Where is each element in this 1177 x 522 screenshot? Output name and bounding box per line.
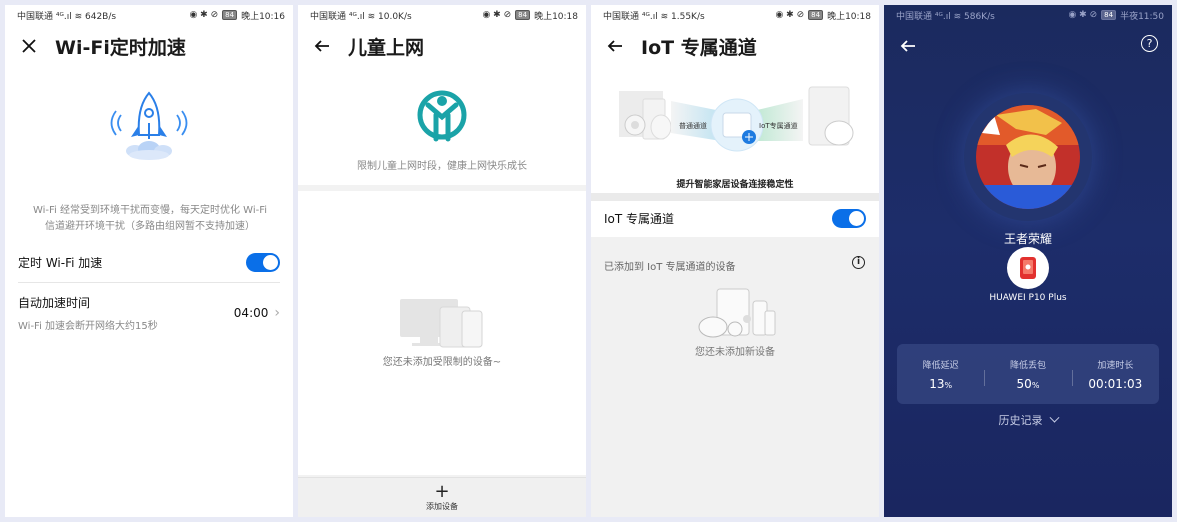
stat-packet-loss: 降低丢包 50% <box>984 358 1071 391</box>
status-time: 晚上10:18 <box>534 11 578 22</box>
chevron-down-icon <box>1049 412 1059 423</box>
status-bar: 中国联通 ⁴ᴳ.ıl ≋ 642B/s ◉ ✱ ⊘ 84 晚上10:16 <box>5 5 293 25</box>
auto-time-value-wrap: 04:00 › <box>234 305 280 321</box>
title-bar <box>884 25 1172 67</box>
wifi-boost-toggle-row[interactable]: 定时 Wi-Fi 加速 <box>18 253 280 272</box>
status-right: ◉ ✱ ⊘ 84 晚上10:18 <box>775 9 871 22</box>
battery-icon: 84 <box>808 10 824 20</box>
status-carrier: 中国联通 ⁴ᴳ.ıl ≋ 642B/s <box>17 11 117 22</box>
devices-illustration <box>398 297 486 349</box>
status-right: ◉ ✱ ⊘ 84 晚上10:16 <box>189 9 285 22</box>
stat-label: 降低延迟 <box>922 360 959 371</box>
auto-time-sub: Wi-Fi 加速会断开网络大约15秒 <box>18 321 158 332</box>
iot-caption: 提升智能家居设备连接稳定性 <box>676 180 794 190</box>
auto-time-text: 自动加速时间 Wi-Fi 加速会断开网络大约15秒 <box>18 294 158 332</box>
status-bar: 中国联通 ⁴ᴳ.ıl ≋ 10.0K/s ◉ ✱ ⊘ 84 晚上10:18 <box>298 5 586 25</box>
auto-time-row[interactable]: 自动加速时间 Wi-Fi 加速会断开网络大约15秒 04:00 › <box>18 294 280 332</box>
stat-value: 00:01:03 <box>1088 376 1143 391</box>
iot-channel-label: IoT专属通道 <box>759 122 798 130</box>
back-arrow-icon[interactable] <box>898 36 918 56</box>
status-carrier: 中国联通 ⁴ᴳ.ıl ≋ 10.0K/s <box>310 11 412 22</box>
history-label: 历史记录 <box>998 414 1043 427</box>
stat-label: 加速时长 <box>1097 360 1134 371</box>
add-device-label: 添加设备 <box>426 502 458 511</box>
title-bar: IoT 专属通道 <box>591 25 879 67</box>
page-title: 儿童上网 <box>348 36 425 59</box>
info-icon[interactable]: i <box>852 256 865 269</box>
status-time: 晚上10:16 <box>241 11 285 22</box>
status-carrier: 中国联通 ⁴ᴳ.ıl ≋ 586K/s <box>896 11 995 22</box>
device-name: HUAWEI P10 Plus <box>989 293 1067 303</box>
iot-illustration: 普通通道 IoT专属通道 <box>591 67 879 182</box>
child-internet-screen: 中国联通 ⁴ᴳ.ıl ≋ 10.0K/s ◉ ✱ ⊘ 84 晚上10:18 儿童… <box>298 5 586 517</box>
stat-value: 50% <box>1016 376 1040 391</box>
chevron-right-icon: › <box>274 305 280 321</box>
status-right: ◉ ✱ ⊘ 84 晚上10:18 <box>482 9 578 22</box>
battery-icon: 84 <box>222 10 238 20</box>
back-arrow-icon[interactable] <box>605 36 625 56</box>
wifi-boost-toggle[interactable] <box>246 253 280 272</box>
iot-toggle-label: IoT 专属通道 <box>604 212 675 226</box>
iot-channel-screen: 中国联通 ⁴ᴳ.ıl ≋ 1.55K/s ◉ ✱ ⊘ 84 晚上10:18 Io… <box>591 5 879 517</box>
added-devices-label: 已添加到 IoT 专属通道的设备 <box>604 262 736 273</box>
close-icon[interactable] <box>19 36 39 56</box>
status-icons: ◉ ✱ ⊘ <box>482 10 512 20</box>
game-avatar-ring <box>964 93 1092 221</box>
iot-toggle-row[interactable]: IoT 专属通道 <box>604 209 866 228</box>
child-icon <box>416 87 468 147</box>
iot-device-area <box>591 237 879 517</box>
page-title: IoT 专属通道 <box>641 36 757 59</box>
game-icon <box>976 105 1080 209</box>
game-boost-screen: 中国联通 ⁴ᴳ.ıl ≋ 586K/s ◉ ✱ ⊘ 84 半夜11:50 ? 王… <box>884 5 1172 517</box>
normal-channel-label: 普通通道 <box>679 122 707 130</box>
boost-stats-panel: 降低延迟 13% 降低丢包 50% 加速时长 00:01:03 <box>897 344 1159 404</box>
status-icons: ◉ ✱ ⊘ <box>1068 10 1098 20</box>
feature-description: Wi-Fi 经常受到环境干扰而变慢，每天定时优化 Wi-Fi 信道避开环境干扰（… <box>32 205 268 232</box>
section-separator <box>591 193 879 201</box>
stat-value: 13% <box>929 376 953 391</box>
wifi-boost-toggle-label: 定时 Wi-Fi 加速 <box>18 256 103 270</box>
rocket-icon <box>5 87 293 177</box>
help-icon[interactable]: ? <box>1141 35 1158 52</box>
page-title: Wi-Fi定时加速 <box>55 36 186 59</box>
iot-toggle[interactable] <box>832 209 866 228</box>
status-bar: 中国联通 ⁴ᴳ.ıl ≋ 586K/s ◉ ✱ ⊘ 84 半夜11:50 <box>884 5 1172 25</box>
stat-duration: 加速时长 00:01:03 <box>1071 358 1159 391</box>
history-toggle[interactable]: 历史记录 <box>884 412 1172 428</box>
status-right: ◉ ✱ ⊘ 84 半夜11:50 <box>1068 9 1164 22</box>
status-carrier: 中国联通 ⁴ᴳ.ıl ≋ 1.55K/s <box>603 11 705 22</box>
feature-description: 限制儿童上网时段，健康上网快乐成长 <box>357 161 527 172</box>
title-bar: Wi-Fi定时加速 <box>5 25 293 67</box>
smart-devices-illustration <box>693 285 779 339</box>
status-icons: ◉ ✱ ⊘ <box>775 10 805 20</box>
empty-state-text: 您还未添加新设备 <box>695 347 775 358</box>
status-icons: ◉ ✱ ⊘ <box>189 10 219 20</box>
plus-icon: + <box>434 481 450 502</box>
game-name: 王者荣耀 <box>1003 232 1052 246</box>
title-bar: 儿童上网 <box>298 25 586 67</box>
auto-time-value: 04:00 <box>233 306 269 320</box>
auto-time-label: 自动加速时间 <box>18 296 91 310</box>
battery-icon: 84 <box>515 10 531 20</box>
empty-state-text: 您还未添加受限制的设备~ <box>382 357 502 368</box>
status-time: 半夜11:50 <box>1120 11 1164 22</box>
stat-label: 降低丢包 <box>1009 360 1046 371</box>
phone-device-icon <box>1007 247 1049 289</box>
status-bar: 中国联通 ⁴ᴳ.ıl ≋ 1.55K/s ◉ ✱ ⊘ 84 晚上10:18 <box>591 5 879 25</box>
back-arrow-icon[interactable] <box>312 36 332 56</box>
wifi-boost-screen: 中国联通 ⁴ᴳ.ıl ≋ 642B/s ◉ ✱ ⊘ 84 晚上10:16 Wi-… <box>5 5 293 517</box>
status-time: 晚上10:18 <box>827 11 871 22</box>
add-device-button[interactable]: + 添加设备 <box>298 477 586 517</box>
stat-latency: 降低延迟 13% <box>897 358 984 391</box>
divider <box>18 282 280 283</box>
battery-icon: 84 <box>1101 10 1117 20</box>
